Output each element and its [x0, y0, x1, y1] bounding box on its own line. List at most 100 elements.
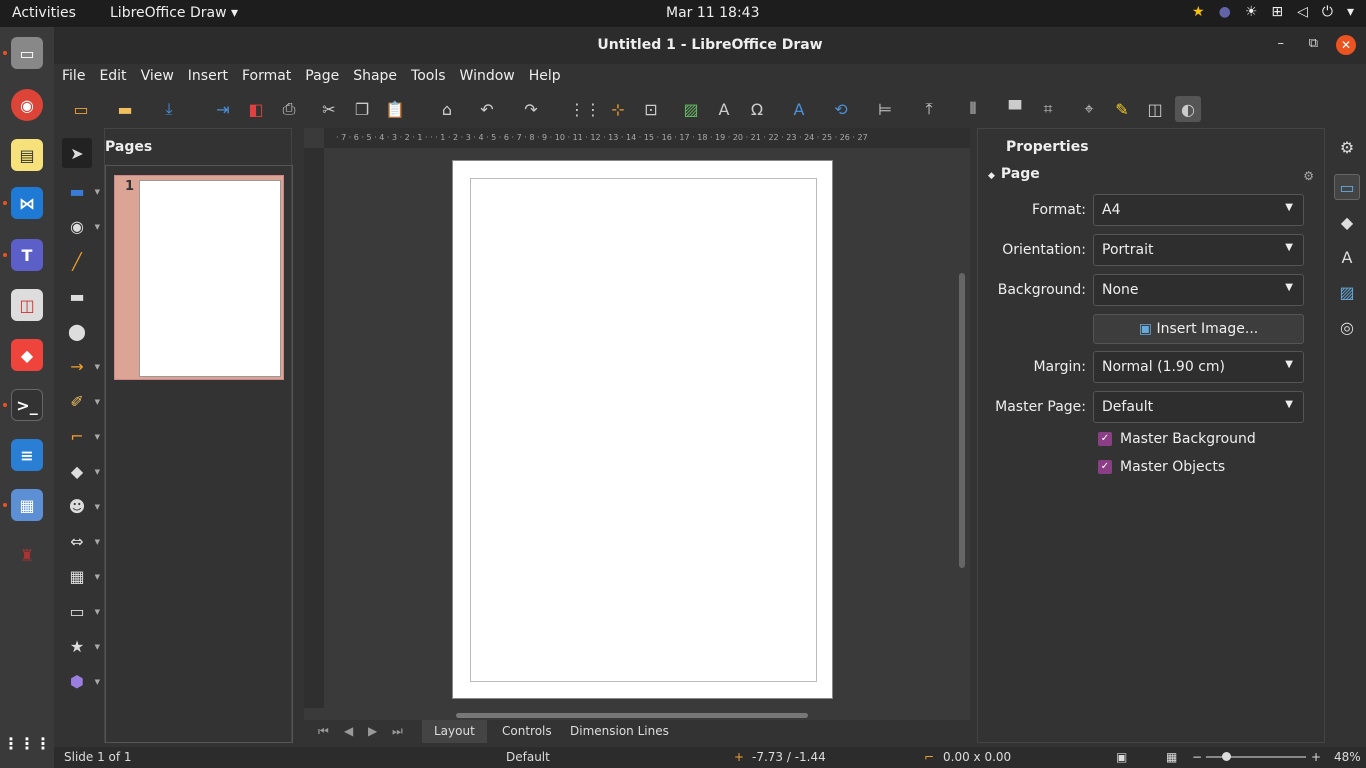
gallery-deck-icon[interactable]: ▨ — [1334, 279, 1360, 305]
clone-formatting-icon[interactable]: ⌂ — [434, 96, 460, 122]
star-icon[interactable]: ★ — [1192, 4, 1205, 20]
brightness-icon[interactable]: ☀ — [1245, 4, 1258, 20]
drawing-page[interactable] — [452, 160, 833, 699]
block-arrows-icon[interactable]: ⇔ ▼ — [62, 526, 100, 556]
points-icon[interactable]: ⌖ — [1076, 96, 1102, 122]
zoom-slider-thumb[interactable] — [1222, 752, 1231, 761]
ellipse-icon[interactable]: ⬤ — [62, 316, 92, 346]
transformations-icon[interactable]: ⟲ — [828, 96, 854, 122]
open-icon[interactable]: ▬ — [112, 96, 138, 122]
arrange-icon[interactable]: ⤒ — [916, 96, 942, 122]
more-options-icon[interactable]: ⚙ — [1303, 169, 1314, 183]
menu-shape[interactable]: Shape — [345, 64, 403, 90]
save-icon[interactable]: ⤓ — [156, 96, 182, 122]
distribute-icon[interactable]: ⫴ — [960, 96, 986, 122]
activities-button[interactable]: Activities — [12, 5, 76, 21]
zoom-in-icon[interactable]: + — [1311, 750, 1321, 764]
chrome-icon[interactable]: ◉ — [11, 89, 43, 121]
menu-page[interactable]: Page — [297, 64, 345, 90]
network-icon[interactable]: ⊞ — [1271, 4, 1283, 20]
tab-layout[interactable]: Layout — [422, 720, 487, 743]
tab-controls[interactable]: Controls — [490, 720, 564, 743]
basic-shapes-icon[interactable]: ◆ ▼ — [62, 456, 100, 486]
special-character-icon[interactable]: Ω — [744, 96, 770, 122]
maximize-button[interactable]: ⧉ — [1309, 36, 1318, 51]
line-color-icon[interactable]: ▬ ▼ — [62, 176, 100, 206]
format-dropdown[interactable]: A4 ▼ — [1093, 194, 1304, 226]
menu-window[interactable]: Window — [452, 64, 521, 90]
line-icon[interactable]: ╱ — [62, 246, 92, 276]
zoom-out-icon[interactable]: − — [1192, 750, 1202, 764]
reader-icon[interactable]: ◫ — [11, 289, 43, 321]
master-page-dropdown[interactable]: Default ▼ — [1093, 391, 1304, 423]
shadow-icon[interactable]: ▀ — [1002, 96, 1028, 122]
shapes-deck-icon[interactable]: ◆ — [1334, 209, 1360, 235]
gear-icon[interactable]: ⚙ — [1334, 134, 1360, 160]
flowchart-icon[interactable]: ▦ ▼ — [62, 561, 100, 591]
teams-icon[interactable]: T — [11, 239, 43, 271]
symbol-shapes-icon[interactable]: ☻ ▼ — [62, 491, 100, 521]
helplines-icon[interactable]: ⊹ — [605, 96, 631, 122]
volume-icon[interactable]: ◁ — [1297, 4, 1308, 20]
insert-textbox-icon[interactable]: A — [711, 96, 737, 122]
first-page-icon[interactable]: ⏮ — [318, 724, 329, 739]
background-dropdown[interactable]: None ▼ — [1093, 274, 1304, 306]
wine-icon[interactable]: ♜ — [11, 539, 43, 571]
horizontal-scrollbar[interactable] — [456, 713, 808, 718]
new-icon[interactable]: ▭ — [68, 96, 94, 122]
select-icon[interactable]: ➤ — [62, 138, 92, 168]
fill-color-icon[interactable]: ◉ ▼ — [62, 211, 100, 241]
zoom-slider[interactable] — [1206, 756, 1306, 758]
page-section-header[interactable]: ◆ Page — [988, 166, 1040, 182]
properties-deck-icon[interactable]: ▭ — [1334, 174, 1360, 200]
page-thumbnail[interactable]: 1 — [114, 175, 284, 380]
app-menu[interactable]: LibreOffice Draw ▾ — [110, 5, 238, 21]
insert-image-button[interactable]: ▣ Insert Image... — [1093, 314, 1304, 344]
menu-help[interactable]: Help — [521, 64, 567, 90]
rectangle-icon[interactable]: ▬ — [62, 281, 92, 311]
notes-icon[interactable]: ▤ — [11, 139, 43, 171]
cut-icon[interactable]: ✂ — [316, 96, 342, 122]
3d-objects-icon[interactable]: ⬢ ▼ — [62, 666, 100, 696]
power-icon[interactable]: ⏻ — [1322, 4, 1333, 20]
teams-icon[interactable]: ● — [1219, 4, 1231, 20]
chevron-down-icon[interactable]: ▾ — [1347, 4, 1354, 20]
anydesk-icon[interactable]: ◆ — [11, 339, 43, 371]
clock[interactable]: Mar 11 18:43 — [666, 5, 759, 21]
paste-icon[interactable]: 📋 — [382, 96, 408, 122]
vertical-ruler[interactable] — [304, 148, 324, 708]
print-icon[interactable]: ⎙ — [276, 96, 302, 122]
previous-page-icon[interactable]: ◀ — [344, 724, 353, 738]
minimize-button[interactable]: – — [1278, 36, 1285, 51]
master-objects-checkbox[interactable]: ✓ Master Objects — [1098, 459, 1225, 475]
export-pdf-icon[interactable]: ◧ — [243, 96, 269, 122]
master-background-checkbox[interactable]: ✓ Master Background — [1098, 431, 1256, 447]
horizontal-ruler[interactable]: · 7 · 6 · 5 · 4 · 3 · 2 · 1 · · · 1 · 2 … — [324, 128, 970, 148]
remote-desktop-icon[interactable]: ▦ — [11, 489, 43, 521]
menu-file[interactable]: File — [54, 64, 91, 90]
navigator-deck-icon[interactable]: ◎ — [1334, 314, 1360, 340]
show-draw-functions-icon[interactable]: ◐ — [1175, 96, 1201, 122]
terminal-icon[interactable]: >_ — [11, 389, 43, 421]
page-view-icon[interactable]: ▦ — [1166, 750, 1177, 764]
menu-format[interactable]: Format — [234, 64, 297, 90]
lines-arrows-icon[interactable]: → ▼ — [62, 351, 100, 381]
close-button[interactable]: ✕ — [1336, 35, 1356, 55]
menu-view[interactable]: View — [133, 64, 180, 90]
connectors-icon[interactable]: ⌐ ▼ — [62, 421, 100, 451]
next-page-icon[interactable]: ▶ — [368, 724, 377, 738]
zoom-level[interactable]: 48% — [1334, 750, 1361, 764]
grid-icon[interactable]: ⋮⋮ — [569, 96, 601, 122]
vertical-scrollbar[interactable] — [959, 273, 965, 568]
undo-icon[interactable]: ↶ — [474, 96, 500, 122]
document-modified-icon[interactable]: ▣ — [1116, 750, 1127, 764]
menu-insert[interactable]: Insert — [180, 64, 234, 90]
styles-deck-icon[interactable]: A — [1334, 244, 1360, 270]
zoom-pan-icon[interactable]: ⊡ — [638, 96, 664, 122]
export-icon[interactable]: ⇥ — [210, 96, 236, 122]
fontwork-icon[interactable]: A — [786, 96, 812, 122]
drawing-workspace[interactable] — [324, 148, 956, 708]
crop-icon[interactable]: ⌗ — [1035, 96, 1061, 122]
app-grid-icon[interactable]: ⋮⋮⋮ — [3, 727, 51, 759]
copy-icon[interactable]: ❐ — [349, 96, 375, 122]
